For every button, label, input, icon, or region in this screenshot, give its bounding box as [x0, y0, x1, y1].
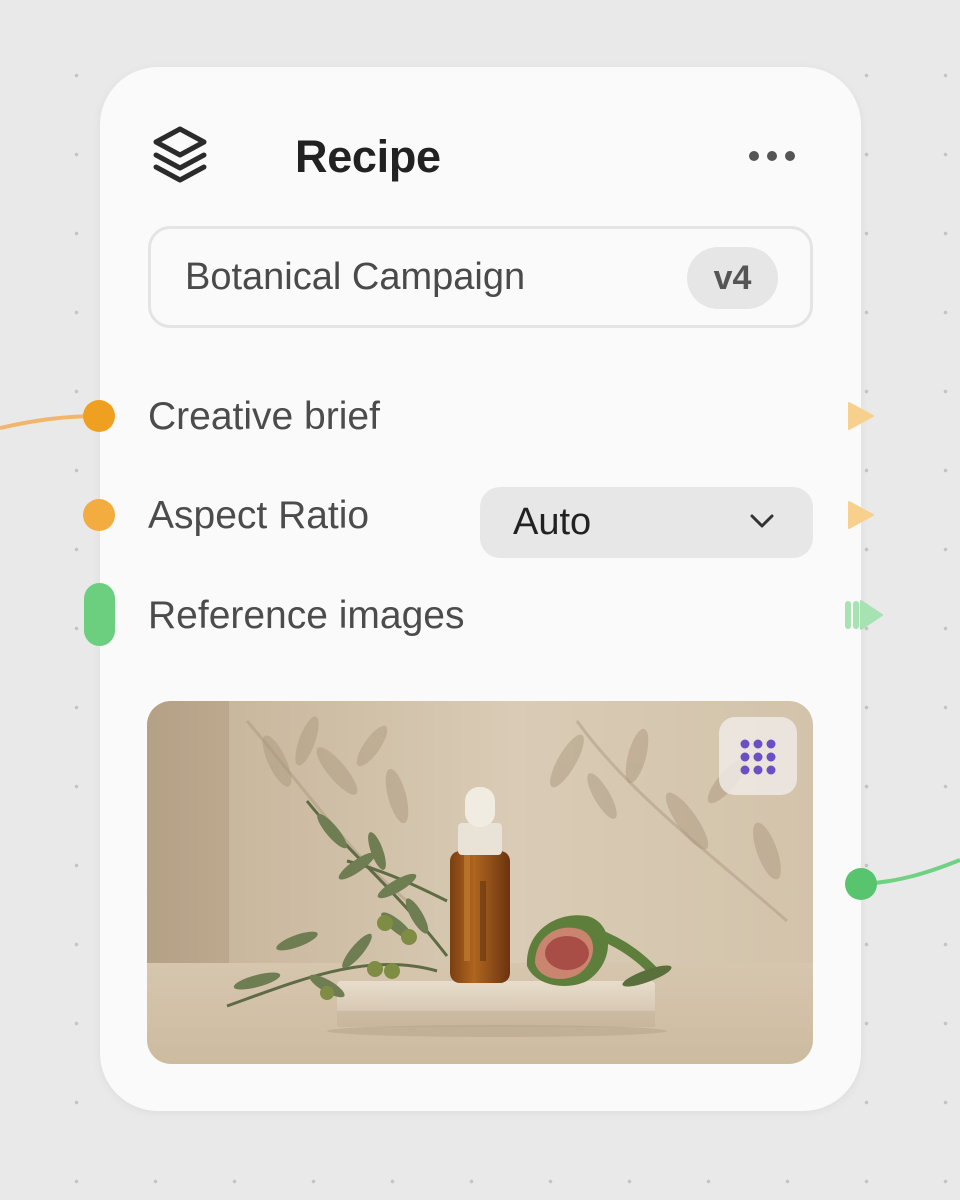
product-photo [147, 701, 813, 1064]
input-port-aspect-ratio[interactable] [83, 499, 115, 531]
output-port-reference-images[interactable] [844, 599, 884, 631]
layers-icon [153, 126, 207, 183]
input-port-reference-images[interactable] [84, 583, 115, 646]
recipe-name: Botanical Campaign [185, 256, 526, 298]
grid-view-button[interactable] [719, 717, 797, 795]
recipe-selector[interactable]: Botanical Campaign v4 [148, 226, 813, 328]
more-horizontal-icon [749, 151, 759, 161]
grid-icon [740, 739, 776, 775]
node-header: Recipe [152, 125, 812, 185]
output-port-image[interactable] [845, 868, 877, 900]
aspect-ratio-value: Auto [513, 501, 592, 543]
output-port-aspect-ratio[interactable] [847, 500, 875, 530]
output-port-creative-brief[interactable] [847, 401, 875, 431]
aspect-ratio-select[interactable]: Auto [480, 487, 813, 558]
preview-image[interactable] [147, 701, 813, 1064]
input-port-creative-brief[interactable] [83, 400, 115, 432]
node-title: Recipe [295, 131, 441, 182]
chevron-down-icon [750, 514, 774, 528]
recipe-node-card[interactable]: Recipe Botanical Campaign v4 Creative br… [83, 67, 883, 1111]
more-options-button[interactable] [744, 139, 812, 171]
version-badge: v4 [687, 247, 778, 309]
port-label-creative-brief: Creative brief [148, 395, 380, 438]
port-label-aspect-ratio: Aspect Ratio [148, 494, 370, 537]
port-label-reference-images: Reference images [148, 594, 465, 637]
